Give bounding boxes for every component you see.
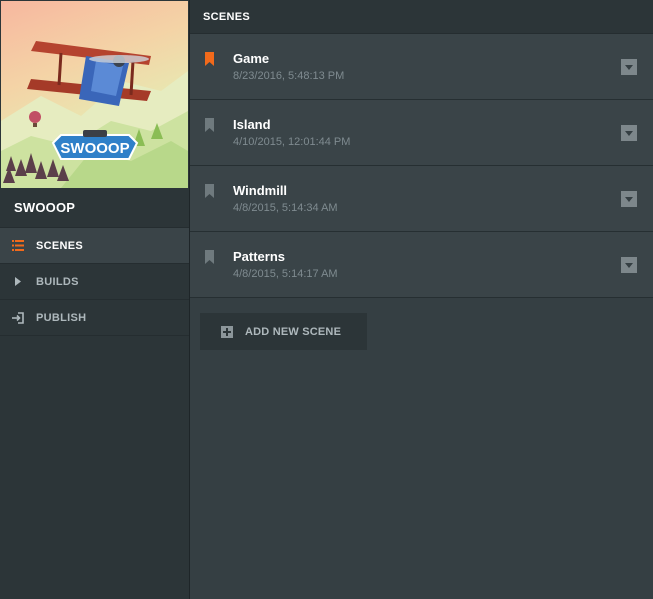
scene-menu-button[interactable] <box>621 257 637 273</box>
scene-name: Patterns <box>233 249 286 264</box>
bookmark-icon[interactable] <box>205 52 214 71</box>
sidebar-item-builds[interactable]: BUILDS <box>0 263 189 300</box>
scene-date: 4/10/2015, 12:01:44 PM <box>233 136 351 148</box>
bookmark-icon[interactable] <box>205 118 214 137</box>
sidebar: SWOOOP SWOOOP SCENES BUILDS PUBLISH <box>0 0 190 599</box>
bookmark-icon[interactable] <box>205 250 214 269</box>
scene-date: 4/8/2015, 5:14:34 AM <box>233 202 338 214</box>
project-thumbnail-art: SWOOOP <box>1 41 188 188</box>
scene-row-game[interactable]: Game 8/23/2016, 5:48:13 PM <box>190 34 653 100</box>
scene-menu-button[interactable] <box>621 191 637 207</box>
main-header: SCENES <box>190 0 653 34</box>
sidebar-item-label: PUBLISH <box>36 311 87 324</box>
bookmark-icon[interactable] <box>205 184 214 203</box>
scene-name: Windmill <box>233 183 288 198</box>
list-icon <box>0 240 36 251</box>
chevron-down-icon <box>625 64 633 70</box>
main-panel: SCENES Game 8/23/2016, 5:48:13 PM Island… <box>190 0 653 599</box>
scene-date: 4/8/2015, 5:14:17 AM <box>233 268 338 280</box>
sidebar-item-label: BUILDS <box>36 275 79 288</box>
scene-row-patterns[interactable]: Patterns 4/8/2015, 5:14:17 AM <box>190 232 653 298</box>
scene-menu-button[interactable] <box>621 125 637 141</box>
chevron-down-icon <box>625 196 633 202</box>
chevron-down-icon <box>625 130 633 136</box>
scene-name: Island <box>233 117 271 132</box>
sidebar-item-scenes[interactable]: SCENES <box>0 227 189 264</box>
sidebar-item-label: SCENES <box>36 239 84 252</box>
publish-icon <box>0 311 36 324</box>
project-name: SWOOOP <box>14 200 76 215</box>
scene-date: 8/23/2016, 5:48:13 PM <box>233 70 345 82</box>
chevron-down-icon <box>625 262 633 268</box>
sidebar-nav: SCENES BUILDS PUBLISH <box>0 227 189 336</box>
plus-icon <box>221 325 233 338</box>
play-triangle-icon <box>0 277 36 286</box>
add-new-scene-label: ADD NEW SCENE <box>245 325 342 338</box>
scene-row-island[interactable]: Island 4/10/2015, 12:01:44 PM <box>190 100 653 166</box>
sidebar-item-publish[interactable]: PUBLISH <box>0 299 189 336</box>
project-thumbnail[interactable]: SWOOOP <box>1 1 188 188</box>
scene-row-windmill[interactable]: Windmill 4/8/2015, 5:14:34 AM <box>190 166 653 232</box>
page-title: SCENES <box>203 10 251 23</box>
scene-menu-button[interactable] <box>621 59 637 75</box>
logo-text: SWOOOP <box>60 140 129 157</box>
scene-name: Game <box>233 51 270 66</box>
add-new-scene-button[interactable]: ADD NEW SCENE <box>200 313 367 350</box>
